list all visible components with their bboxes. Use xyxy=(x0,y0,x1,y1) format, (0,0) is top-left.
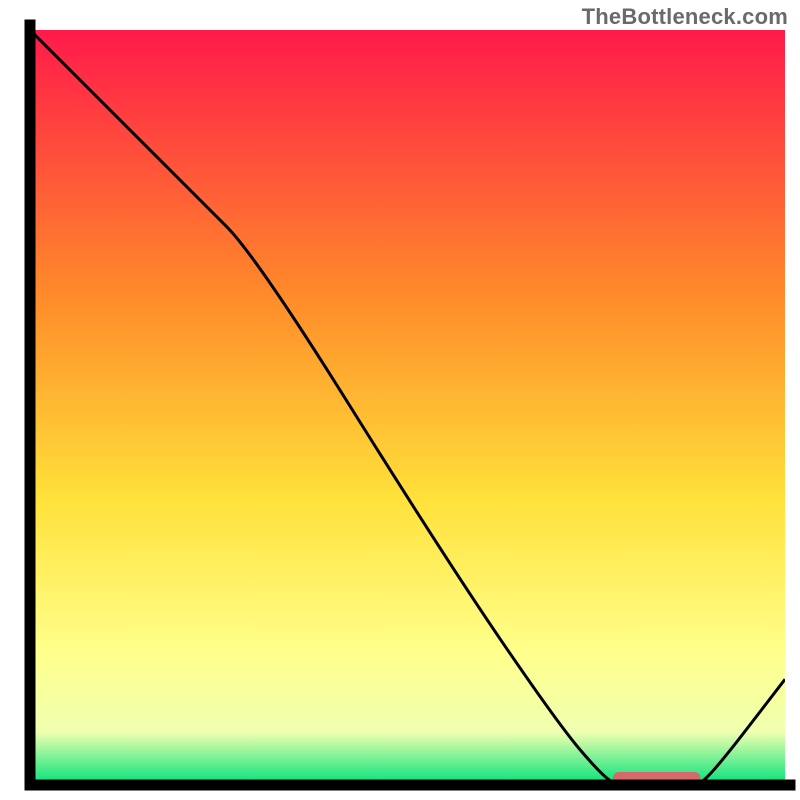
chart-container: TheBottleneck.com xyxy=(0,0,800,800)
watermark-text: TheBottleneck.com xyxy=(582,4,788,30)
bottleneck-chart xyxy=(0,0,800,800)
